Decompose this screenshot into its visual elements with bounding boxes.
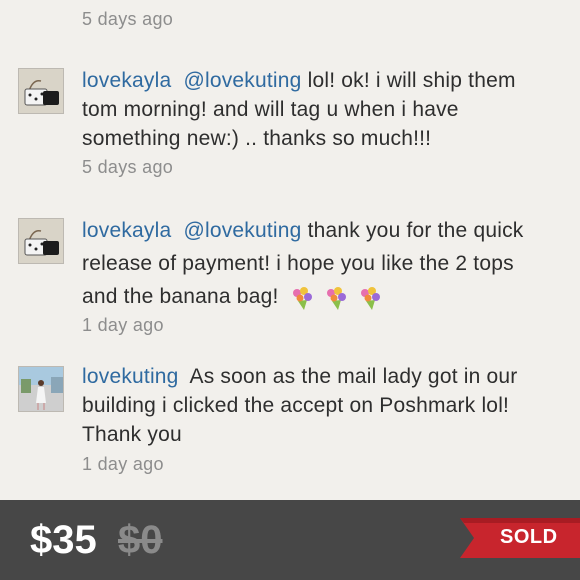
bouquet-icon bbox=[326, 287, 346, 311]
comment-body: lovekayla @lovekuting thank you for the … bbox=[82, 214, 552, 314]
avatar[interactable] bbox=[18, 68, 64, 114]
bouquet-emoji-group bbox=[289, 281, 385, 314]
comment-timestamp: 1 day ago bbox=[82, 454, 164, 474]
handbag-photo-icon bbox=[19, 219, 63, 263]
comment-timestamp: 1 day ago bbox=[82, 315, 164, 335]
listing-price-bar: $35 $0 SOLD bbox=[0, 500, 580, 580]
comment-username[interactable]: lovekayla bbox=[82, 69, 171, 92]
comment-body: lovekayla @lovekuting lol! ok! i will sh… bbox=[82, 66, 552, 153]
user-photo-icon bbox=[19, 367, 63, 411]
avatar[interactable] bbox=[18, 218, 64, 264]
handbag-photo-icon bbox=[19, 69, 63, 113]
comment-mention[interactable]: @lovekuting bbox=[183, 69, 301, 92]
bouquet-icon bbox=[292, 287, 312, 311]
comment-username[interactable]: lovekuting bbox=[82, 365, 179, 388]
avatar[interactable] bbox=[18, 366, 64, 412]
comment-timestamp: 5 days ago bbox=[82, 157, 174, 177]
comment-thread: 5 days ago lovekayla @lovekuting lol! ok… bbox=[0, 0, 580, 500]
comment-timestamp: 5 days ago bbox=[82, 9, 174, 29]
original-price: $0 bbox=[118, 518, 163, 562]
sold-label: SOLD bbox=[500, 526, 558, 548]
bouquet-icon bbox=[360, 287, 380, 311]
comment-body: lovekuting As soon as the mail lady got … bbox=[82, 362, 552, 449]
listing-price: $35 bbox=[30, 518, 97, 562]
comment-mention[interactable]: @lovekuting bbox=[183, 219, 301, 242]
sold-badge: SOLD bbox=[460, 518, 580, 558]
comment-username[interactable]: lovekayla bbox=[82, 219, 171, 242]
